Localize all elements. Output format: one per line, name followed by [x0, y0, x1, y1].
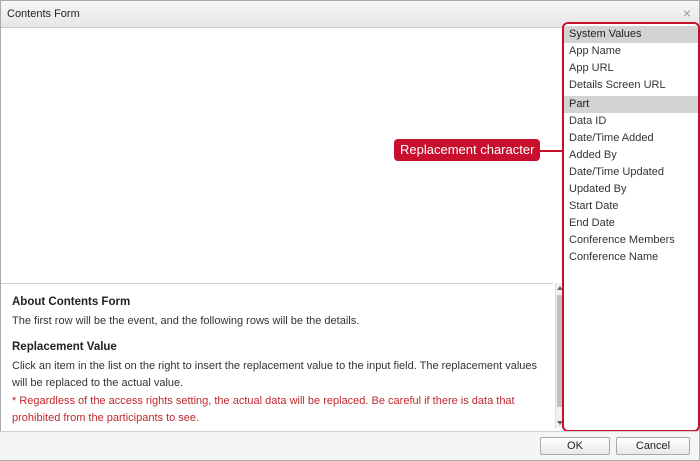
list-item-conference-name[interactable]: Conference Name [564, 249, 698, 266]
system-values-header: System Values [564, 26, 698, 43]
close-icon[interactable]: × [683, 6, 691, 20]
replacement-character-callout: Replacement character [394, 139, 541, 161]
warning-text: * Regardless of the access rights settin… [12, 395, 515, 424]
replacement-heading: Replacement Value [12, 341, 117, 353]
about-heading: About Contents Form [12, 296, 131, 308]
about-text: The first row will be the event, and the… [12, 315, 360, 327]
list-item-end-date[interactable]: End Date [564, 215, 698, 232]
list-item-updated-by[interactable]: Updated By [564, 181, 698, 198]
dialog-footer: OK Cancel [0, 431, 698, 460]
cancel-button[interactable]: Cancel [616, 437, 690, 455]
ok-button[interactable]: OK [540, 437, 610, 455]
callout-connector [540, 150, 563, 152]
list-item-added-by[interactable]: Added By [564, 147, 698, 164]
list-item-app-url[interactable]: App URL [564, 60, 698, 77]
dialog-title: Contents Form [7, 8, 80, 20]
list-item-date-time-added[interactable]: Date/Time Added [564, 130, 698, 147]
list-item-date-time-updated[interactable]: Date/Time Updated [564, 164, 698, 181]
list-item-app-name[interactable]: App Name [564, 43, 698, 60]
list-item-data-id[interactable]: Data ID [564, 113, 698, 130]
replacement-values-list: System Values App Name App URL Details S… [562, 22, 700, 432]
help-panel: About Contents Form The first row will b… [1, 283, 553, 429]
list-item-details-screen-url[interactable]: Details Screen URL [564, 77, 698, 94]
list-item-conference-members[interactable]: Conference Members [564, 232, 698, 249]
part-header: Part [564, 96, 698, 113]
list-item-start-date[interactable]: Start Date [564, 198, 698, 215]
replacement-text: Click an item in the list on the right t… [12, 360, 538, 389]
